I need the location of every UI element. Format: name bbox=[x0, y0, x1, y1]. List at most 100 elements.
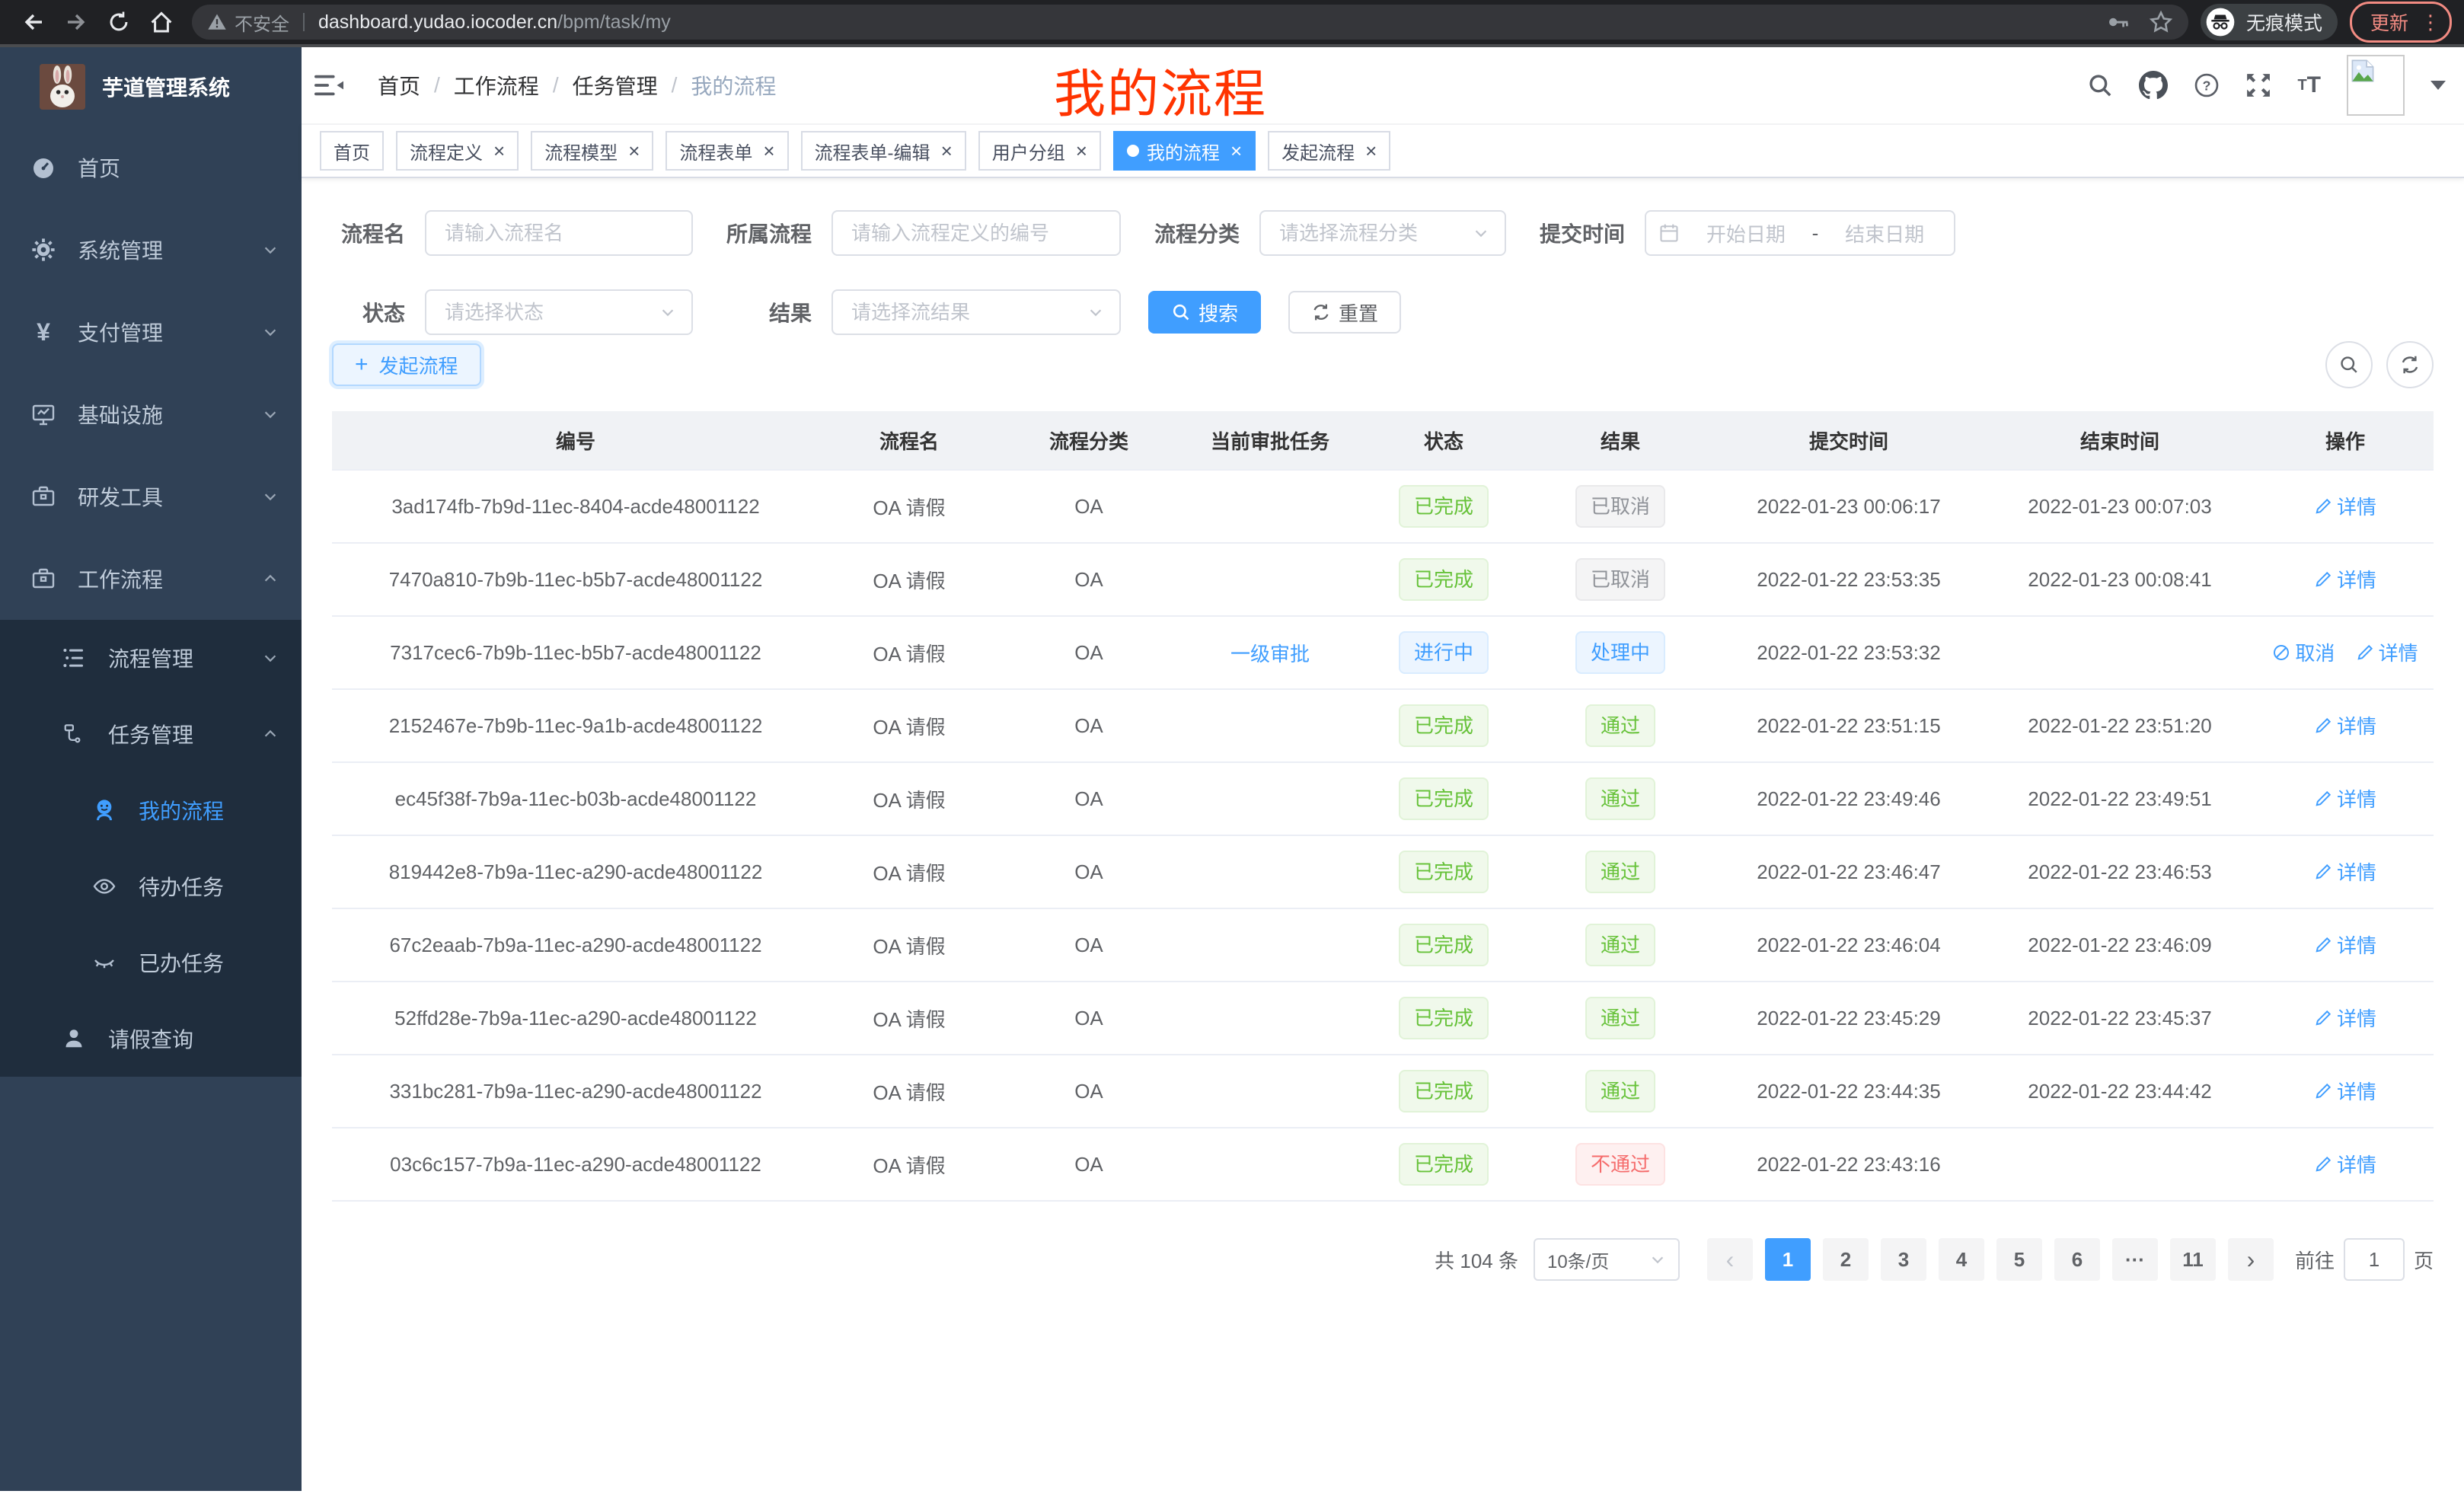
home-icon[interactable] bbox=[145, 5, 178, 39]
tab-start-process[interactable]: 发起流程 bbox=[1268, 131, 1390, 171]
sidebar-item-process-mgmt[interactable]: 流程管理 bbox=[0, 620, 302, 696]
prev-page-button[interactable] bbox=[1707, 1238, 1753, 1281]
detail-link[interactable]: 详情 bbox=[2314, 857, 2376, 886]
search-icon[interactable] bbox=[2087, 72, 2113, 98]
site-security[interactable]: 不安全 bbox=[207, 9, 289, 36]
category-select-field[interactable] bbox=[1276, 220, 1473, 247]
breadcrumb-task-mgmt[interactable]: 任务管理 bbox=[573, 70, 658, 101]
bookmark-star-icon[interactable] bbox=[2149, 10, 2173, 34]
page-button-6[interactable]: 6 bbox=[2054, 1238, 2100, 1281]
sidebar-item-leave-query[interactable]: 请假查询 bbox=[0, 1001, 302, 1077]
page-button-5[interactable]: 5 bbox=[1996, 1238, 2042, 1281]
page-size-select[interactable]: 10条/页 bbox=[1534, 1238, 1680, 1281]
tab-home[interactable]: 首页 bbox=[320, 131, 384, 171]
sidebar-collapse-icon[interactable] bbox=[302, 47, 356, 123]
table-search-icon[interactable] bbox=[2325, 341, 2373, 388]
start-date-placeholder[interactable]: 开始日期 bbox=[1689, 219, 1803, 247]
result-select[interactable] bbox=[831, 289, 1121, 335]
current-task-link[interactable]: 一级审批 bbox=[1230, 639, 1310, 667]
sidebar-item-infra[interactable]: 基础设施 bbox=[0, 373, 302, 455]
page-button-11[interactable]: 11 bbox=[2170, 1238, 2216, 1281]
next-page-button[interactable] bbox=[2228, 1238, 2274, 1281]
cell-submit-time: 2022-01-22 23:53:35 bbox=[1715, 543, 1983, 616]
close-icon[interactable] bbox=[760, 139, 774, 163]
detail-link[interactable]: 详情 bbox=[2314, 565, 2376, 593]
start-process-button[interactable]: 发起流程 bbox=[332, 343, 481, 386]
result-badge: 通过 bbox=[1585, 704, 1655, 747]
close-icon[interactable] bbox=[625, 139, 640, 163]
fullscreen-icon[interactable] bbox=[2245, 72, 2271, 98]
detail-link[interactable]: 详情 bbox=[2314, 711, 2376, 739]
result-badge: 已取消 bbox=[1575, 558, 1665, 601]
close-icon[interactable] bbox=[938, 139, 953, 163]
sidebar-item-payment[interactable]: ¥ 支付管理 bbox=[0, 291, 302, 373]
close-icon[interactable] bbox=[490, 139, 505, 163]
search-button[interactable]: 搜索 bbox=[1148, 291, 1261, 334]
tab-user-group[interactable]: 用户分组 bbox=[978, 131, 1101, 171]
browser-menu-icon[interactable]: ⋮ bbox=[2421, 12, 2440, 32]
col-current-task: 当前审批任务 bbox=[1179, 411, 1361, 470]
detail-link[interactable]: 详情 bbox=[2314, 1077, 2376, 1105]
cell-name: OA 请假 bbox=[819, 1055, 999, 1128]
process-name-input-field[interactable] bbox=[442, 220, 676, 247]
avatar[interactable] bbox=[2347, 55, 2405, 116]
sidebar-item-todo-tasks[interactable]: 待办任务 bbox=[0, 848, 302, 924]
date-range-picker[interactable]: 开始日期 - 结束日期 bbox=[1645, 210, 1955, 256]
process-name-input[interactable] bbox=[425, 210, 693, 256]
detail-link[interactable]: 详情 bbox=[2314, 1150, 2376, 1178]
status-select-field[interactable] bbox=[442, 299, 659, 326]
status-select[interactable] bbox=[425, 289, 693, 335]
sidebar-item-task-mgmt[interactable]: 任务管理 bbox=[0, 696, 302, 772]
reload-icon[interactable] bbox=[102, 5, 136, 39]
cancel-link[interactable]: 取消 bbox=[2272, 638, 2335, 666]
goto-page-input[interactable]: 1 bbox=[2344, 1238, 2405, 1281]
sidebar-item-home[interactable]: 首页 bbox=[0, 126, 302, 209]
detail-link[interactable]: 详情 bbox=[2314, 492, 2376, 520]
page-button-3[interactable]: 3 bbox=[1881, 1238, 1926, 1281]
result-select-field[interactable] bbox=[848, 299, 1087, 326]
tab-process-form[interactable]: 流程表单 bbox=[665, 131, 788, 171]
tab-my-process[interactable]: 我的流程 bbox=[1113, 131, 1256, 171]
page-button-4[interactable]: 4 bbox=[1939, 1238, 1984, 1281]
tab-process-definition[interactable]: 流程定义 bbox=[396, 131, 519, 171]
tab-process-form-edit[interactable]: 流程表单-编辑 bbox=[801, 131, 966, 171]
page-button-2[interactable]: 2 bbox=[1823, 1238, 1869, 1281]
broken-image-icon bbox=[2350, 58, 2376, 84]
detail-link[interactable]: 详情 bbox=[2356, 638, 2418, 666]
table-refresh-icon[interactable] bbox=[2386, 341, 2434, 388]
breadcrumb-home[interactable]: 首页 bbox=[378, 70, 420, 101]
close-icon[interactable] bbox=[1227, 139, 1242, 163]
font-size-icon[interactable] bbox=[2297, 72, 2321, 98]
process-def-input-field[interactable] bbox=[848, 220, 1104, 247]
reset-button[interactable]: 重置 bbox=[1288, 291, 1401, 334]
sidebar-item-devtools[interactable]: 研发工具 bbox=[0, 455, 302, 538]
page-button-1[interactable]: 1 bbox=[1765, 1238, 1811, 1281]
process-def-input[interactable] bbox=[831, 210, 1121, 256]
help-icon[interactable]: ? bbox=[2194, 72, 2220, 98]
detail-link[interactable]: 详情 bbox=[2314, 1004, 2376, 1032]
detail-link[interactable]: 详情 bbox=[2314, 784, 2376, 812]
forward-icon[interactable] bbox=[59, 5, 93, 39]
tab-label: 发起流程 bbox=[1281, 138, 1355, 164]
tab-process-model[interactable]: 流程模型 bbox=[531, 131, 653, 171]
avatar-caret-icon[interactable] bbox=[2430, 81, 2446, 90]
page-title-annotation: 我的流程 bbox=[1054, 52, 1267, 127]
url-bar[interactable]: 不安全 dashboard.yudao.iocoder.cn/bpm/task/… bbox=[192, 5, 2188, 40]
detail-link[interactable]: 详情 bbox=[2314, 931, 2376, 959]
sidebar-item-workflow[interactable]: 工作流程 bbox=[0, 538, 302, 620]
close-icon[interactable] bbox=[1073, 139, 1087, 163]
sidebar-item-done-tasks[interactable]: 已办任务 bbox=[0, 924, 302, 1001]
edit-icon bbox=[2314, 936, 2332, 954]
update-button[interactable]: 更新 ⋮ bbox=[2350, 2, 2452, 43]
breadcrumb-workflow[interactable]: 工作流程 bbox=[454, 70, 539, 101]
end-date-placeholder[interactable]: 结束日期 bbox=[1827, 219, 1942, 247]
sidebar-item-system[interactable]: 系统管理 bbox=[0, 209, 302, 291]
close-icon[interactable] bbox=[1362, 139, 1377, 163]
github-icon[interactable] bbox=[2139, 71, 2168, 100]
category-select[interactable] bbox=[1259, 210, 1506, 256]
password-key-icon[interactable] bbox=[2106, 10, 2130, 34]
back-icon[interactable] bbox=[17, 5, 50, 39]
more-pages-button[interactable]: ··· bbox=[2112, 1238, 2158, 1281]
col-category: 流程分类 bbox=[999, 411, 1179, 470]
sidebar-item-my-process[interactable]: 我的流程 bbox=[0, 772, 302, 848]
